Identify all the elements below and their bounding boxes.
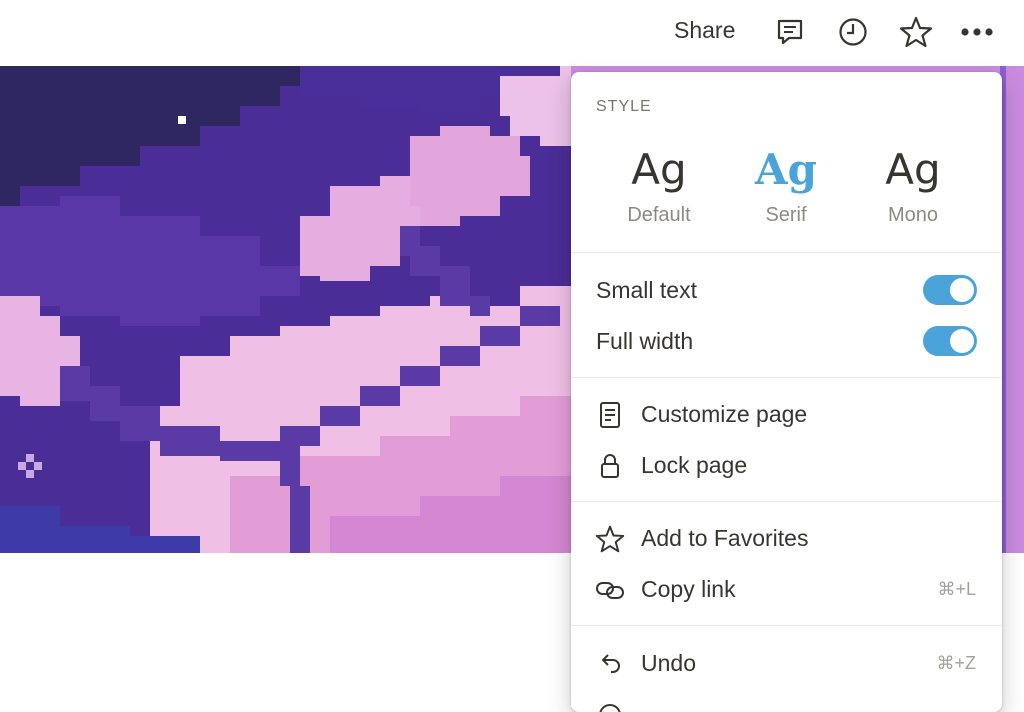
lock-page-item[interactable]: Lock page <box>571 440 1002 490</box>
comment-icon[interactable] <box>772 14 808 50</box>
top-bar: Share <box>0 0 1024 66</box>
customize-page-label: Customize page <box>641 401 808 427</box>
full-width-row[interactable]: Full width <box>571 316 1002 366</box>
divider <box>571 377 1002 378</box>
toggle-knob <box>950 278 974 302</box>
style-label-default: Default <box>627 204 691 226</box>
style-option-mono[interactable]: Ag Mono <box>853 144 973 227</box>
add-to-favorites-item[interactable]: Add to Favorites <box>571 513 1002 563</box>
small-text-label: Small text <box>596 277 697 303</box>
toggle-knob <box>950 329 974 353</box>
undo-item[interactable]: Undo ⌘+Z <box>571 638 1002 688</box>
small-text-toggle[interactable] <box>923 275 977 305</box>
clock-icon <box>595 700 625 712</box>
share-button[interactable]: Share <box>674 17 735 44</box>
star-icon[interactable] <box>898 14 934 50</box>
style-heading: STYLE <box>596 98 652 115</box>
divider <box>571 501 1002 502</box>
full-width-toggle[interactable] <box>923 326 977 356</box>
add-to-favorites-label: Add to Favorites <box>641 525 809 551</box>
style-label-mono: Mono <box>887 204 939 226</box>
full-width-label: Full width <box>596 328 694 354</box>
style-sample-mono: Ag <box>885 145 941 194</box>
small-text-row[interactable]: Small text <box>571 265 1002 315</box>
undo-shortcut: ⌘+Z <box>936 653 976 673</box>
divider <box>571 625 1002 626</box>
style-label-serif: Serif <box>765 204 807 226</box>
customize-page-item[interactable]: Customize page <box>571 389 1002 439</box>
style-option-serif[interactable]: Ag Serif <box>726 144 846 227</box>
lock-icon <box>595 451 625 481</box>
link-icon <box>595 575 625 605</box>
history-icon[interactable] <box>835 14 871 50</box>
more-icon[interactable] <box>959 14 995 50</box>
style-sample-default: Ag <box>631 145 687 194</box>
copy-link-item[interactable]: Copy link ⌘+L <box>571 564 1002 614</box>
copy-link-label: Copy link <box>641 576 736 602</box>
star-icon <box>595 524 625 554</box>
undo-icon <box>595 649 625 679</box>
next-menu-item-partial[interactable] <box>571 689 1002 712</box>
undo-label: Undo <box>641 650 696 676</box>
lock-page-label: Lock page <box>641 452 748 478</box>
copy-link-shortcut: ⌘+L <box>937 579 976 599</box>
document-icon <box>595 400 625 430</box>
page-options-menu: STYLE Ag Default Ag Serif Ag Mono Small … <box>571 72 1002 712</box>
style-sample-serif: Ag <box>755 145 817 194</box>
divider <box>571 252 1002 253</box>
style-option-default[interactable]: Ag Default <box>599 144 719 227</box>
